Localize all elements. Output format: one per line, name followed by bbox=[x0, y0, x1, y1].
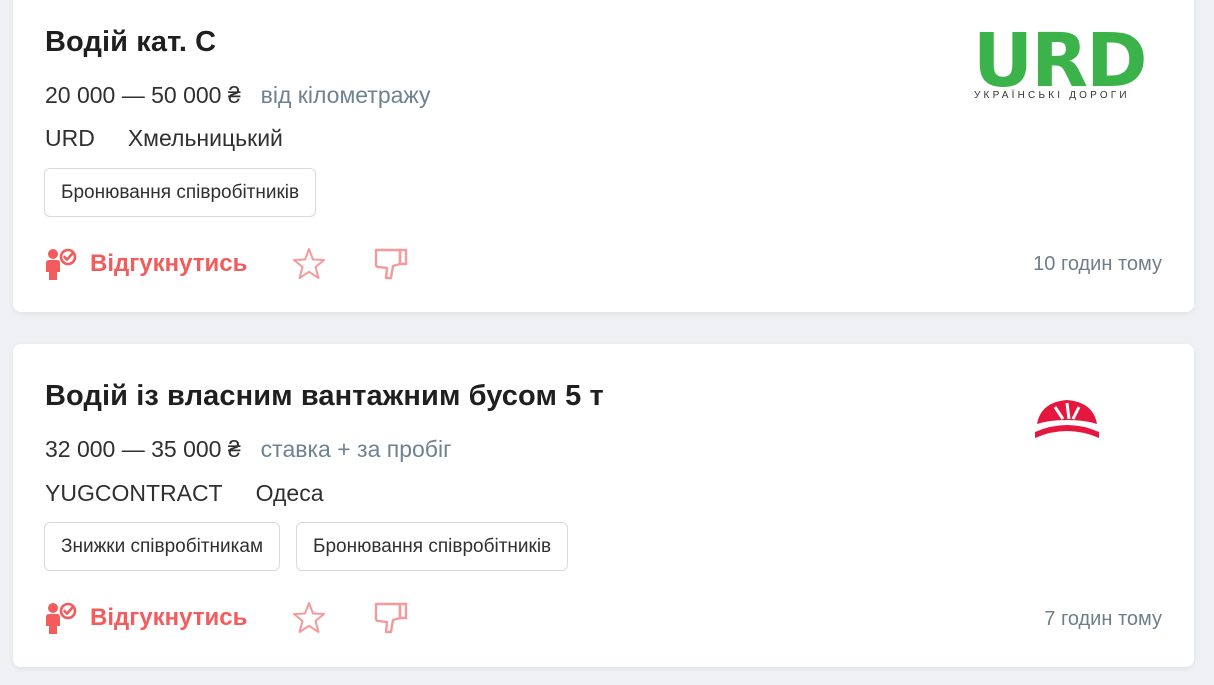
favorite-button[interactable] bbox=[291, 246, 327, 282]
vacancy-title[interactable]: Водій кат. С bbox=[45, 26, 216, 59]
apply-button[interactable]: Відгукнутись bbox=[44, 601, 247, 635]
salary-range: 20 000 — 50 000 ₴ bbox=[45, 82, 241, 108]
company-name[interactable]: YUGCONTRACT bbox=[45, 480, 223, 507]
card-actions: Відгукнутись bbox=[44, 600, 409, 636]
company-logo[interactable] bbox=[1033, 398, 1101, 442]
company-logo[interactable]: URD УКРАЇНСЬКІ ДОРОГИ bbox=[973, 24, 1165, 112]
thumbs-down-icon bbox=[375, 602, 408, 634]
star-outline-icon bbox=[293, 248, 326, 279]
thumbs-down-icon bbox=[375, 248, 408, 280]
salary-row: 20 000 — 50 000 ₴ від кілометражу bbox=[45, 82, 431, 109]
person-check-icon bbox=[46, 248, 77, 280]
dislike-button[interactable] bbox=[373, 600, 409, 636]
salary-row: 32 000 — 35 000 ₴ ставка + за пробіг bbox=[45, 436, 451, 463]
favorite-button[interactable] bbox=[291, 600, 327, 636]
apply-label: Відгукнутись bbox=[90, 604, 248, 631]
apply-label: Відгукнутись bbox=[90, 250, 248, 277]
tag-badge: Знижки співробітникам bbox=[44, 522, 281, 571]
posted-time: 7 годин тому bbox=[1044, 608, 1162, 630]
posted-time: 10 годин тому bbox=[1033, 253, 1162, 275]
card-actions: Відгукнутись bbox=[44, 246, 409, 282]
salary-note: від кілометражу bbox=[260, 82, 431, 108]
tag-badge: Бронювання співробітників bbox=[44, 168, 317, 217]
salary-range: 32 000 — 35 000 ₴ bbox=[45, 436, 241, 462]
city-name: Одеса bbox=[255, 480, 324, 506]
yugcontract-logo-icon bbox=[1035, 400, 1099, 438]
urd-logo-subtitle: УКРАЇНСЬКІ ДОРОГИ bbox=[974, 90, 1130, 101]
vacancy-card[interactable]: Водій із власним вантажним бусом 5 т 32 … bbox=[13, 344, 1194, 667]
city-name: Хмельницький bbox=[127, 125, 283, 151]
vacancy-card[interactable]: Водій кат. С 20 000 — 50 000 ₴ від кілом… bbox=[13, 0, 1194, 312]
dislike-button[interactable] bbox=[373, 246, 409, 282]
tag-badge: Бронювання співробітників bbox=[296, 522, 569, 571]
person-check-icon bbox=[46, 602, 77, 634]
vacancy-title[interactable]: Водій із власним вантажним бусом 5 т bbox=[45, 380, 604, 413]
salary-note: ставка + за пробіг bbox=[260, 436, 452, 462]
company-location-row: YUGCONTRACT Одеса bbox=[45, 480, 324, 507]
company-name[interactable]: URD bbox=[45, 125, 95, 152]
tag-list: Знижки співробітникам Бронювання співроб… bbox=[44, 522, 569, 571]
tag-list: Бронювання співробітників bbox=[44, 168, 317, 217]
urd-logo-wordmark: URD bbox=[973, 18, 1147, 104]
company-location-row: URD Хмельницький bbox=[45, 125, 283, 152]
apply-button[interactable]: Відгукнутись bbox=[44, 247, 247, 281]
star-outline-icon bbox=[293, 602, 326, 633]
